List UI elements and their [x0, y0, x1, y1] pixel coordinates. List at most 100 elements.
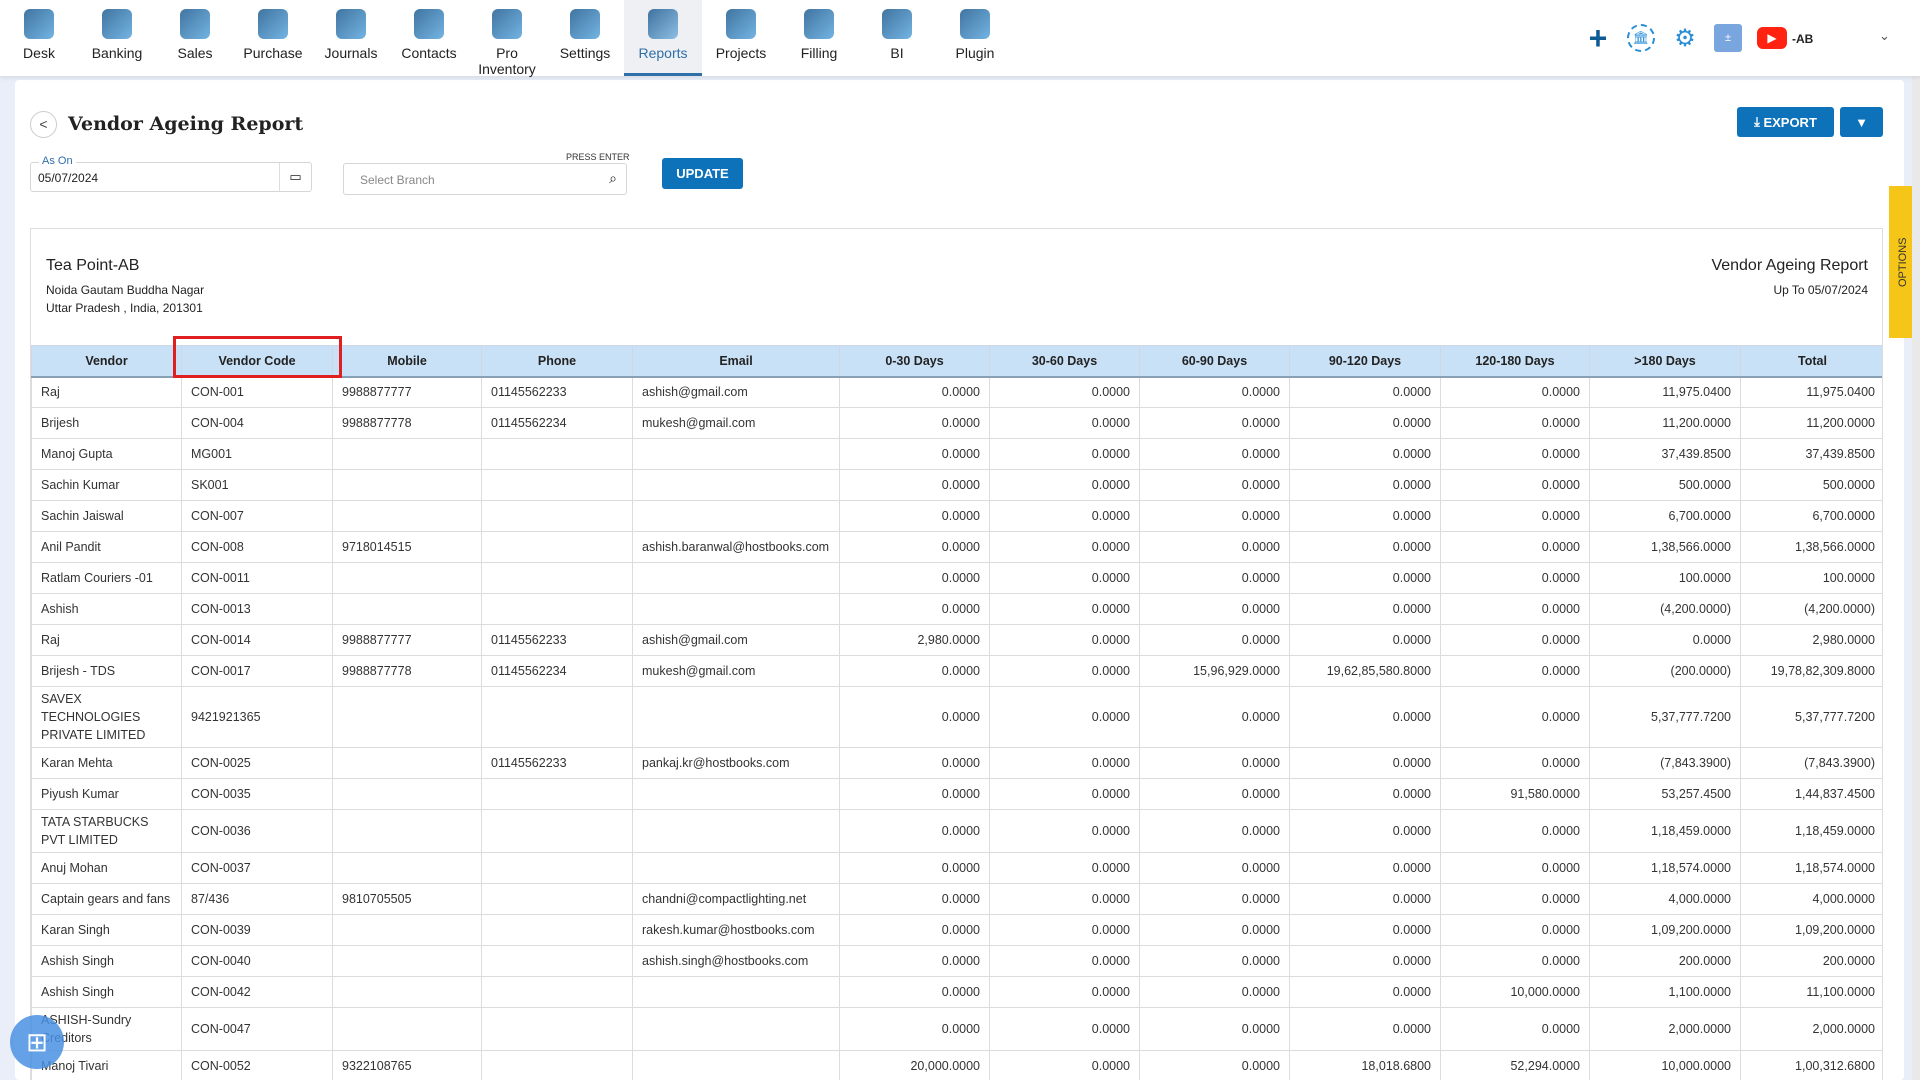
- cell-30-60-days: 0.0000: [989, 747, 1140, 779]
- cell-0-30-days: 0.0000: [839, 914, 990, 946]
- search-icon[interactable]: ⌕: [609, 170, 617, 187]
- apps-grid-button[interactable]: ⊞: [10, 1015, 64, 1069]
- nav-item-contacts[interactable]: Contacts: [390, 0, 468, 76]
- company-address-line1: Noida Gautam Buddha Nagar: [46, 283, 205, 297]
- add-icon[interactable]: +: [1584, 20, 1612, 56]
- nav-item-settings[interactable]: Settings: [546, 0, 624, 76]
- cell-mobile: [332, 686, 482, 748]
- bi-icon: [882, 9, 912, 39]
- cell--180-days: 1,100.0000: [1589, 976, 1741, 1008]
- cell-vendor: TATA STARBUCKS PVT LIMITED: [31, 809, 182, 853]
- scrollbar[interactable]: [1912, 76, 1920, 1080]
- column-header[interactable]: Phone: [481, 345, 633, 378]
- column-header[interactable]: Email: [632, 345, 840, 378]
- cell--180-days: 1,09,200.0000: [1589, 914, 1741, 946]
- column-header[interactable]: Total: [1740, 345, 1882, 378]
- update-button[interactable]: UPDATE: [662, 158, 743, 189]
- nav-item-projects[interactable]: Projects: [702, 0, 780, 76]
- export-button[interactable]: ⤓ EXPORT: [1737, 107, 1834, 137]
- nav-item-reports[interactable]: Reports: [624, 0, 702, 76]
- cell-vendor: Anil Pandit: [31, 531, 182, 563]
- nav-item-banking[interactable]: Banking: [78, 0, 156, 76]
- cell-30-60-days: 0.0000: [989, 562, 1140, 594]
- nav-item-sales[interactable]: Sales: [156, 0, 234, 76]
- nav-item-journals[interactable]: Journals: [312, 0, 390, 76]
- calculator-icon[interactable]: ±: [1714, 24, 1742, 52]
- branch-search-input[interactable]: Select Branch ⌕: [343, 163, 627, 195]
- cell-vendor-code: CON-0040: [181, 945, 333, 977]
- cell-phone: [481, 686, 633, 748]
- as-on-date-field[interactable]: As On 05/07/2024 ▭: [30, 155, 312, 192]
- nav-item-bi[interactable]: BI: [858, 0, 936, 76]
- gear-icon[interactable]: ⚙: [1671, 24, 1699, 52]
- cell-0-30-days: 0.0000: [839, 809, 990, 853]
- bank-sync-icon[interactable]: 🏛: [1627, 24, 1655, 52]
- cell-60-90-days: 0.0000: [1139, 945, 1290, 977]
- cell-phone: [481, 500, 633, 532]
- cell-60-90-days: 0.0000: [1139, 852, 1290, 884]
- cell-90-120-days: 0.0000: [1289, 438, 1441, 470]
- cell--180-days: (200.0000): [1589, 655, 1741, 687]
- column-header[interactable]: 120-180 Days: [1440, 345, 1590, 378]
- cell-120-180-days: 0.0000: [1440, 500, 1590, 532]
- column-header[interactable]: 0-30 Days: [839, 345, 990, 378]
- nav-item-purchase[interactable]: Purchase: [234, 0, 312, 76]
- cell-90-120-days: 18,018.6800: [1289, 1050, 1441, 1080]
- cell-vendor: Brijesh - TDS: [31, 655, 182, 687]
- cell-vendor: SAVEX TECHNOLOGIES PRIVATE LIMITED: [31, 686, 182, 748]
- cell-0-30-days: 0.0000: [839, 747, 990, 779]
- cell-mobile: [332, 976, 482, 1008]
- cell-0-30-days: 0.0000: [839, 976, 990, 1008]
- column-header[interactable]: Vendor: [31, 345, 182, 378]
- nav-item-filling[interactable]: Filling: [780, 0, 858, 76]
- cell-phone: [481, 469, 633, 501]
- cell-email: pankaj.kr@hostbooks.com: [632, 747, 840, 779]
- cell-mobile: 9322108765: [332, 1050, 482, 1080]
- cell-120-180-days: 0.0000: [1440, 655, 1590, 687]
- cell-vendor-code: 9421921365: [181, 686, 333, 748]
- cell-0-30-days: 0.0000: [839, 500, 990, 532]
- table-row: Manoj Tivari CON-0052 9322108765 20,000.000…: [31, 1050, 1882, 1080]
- column-header[interactable]: 60-90 Days: [1139, 345, 1290, 378]
- table-row: Piyush Kumar CON-0035 0.0000 0.0000 0.0000 0.…: [31, 778, 1882, 810]
- cell-phone: [481, 562, 633, 594]
- cell-total: 19,78,82,309.8000: [1740, 655, 1882, 687]
- cell-60-90-days: 0.0000: [1139, 778, 1290, 810]
- cell-vendor-code: CON-007: [181, 500, 333, 532]
- chevron-down-icon[interactable]: ⌄: [1879, 28, 1890, 44]
- cell-total: 11,100.0000: [1740, 976, 1882, 1008]
- cell-60-90-days: 0.0000: [1139, 747, 1290, 779]
- cell-0-30-days: 0.0000: [839, 852, 990, 884]
- cell-60-90-days: 0.0000: [1139, 376, 1290, 408]
- cell-vendor-code: CON-0025: [181, 747, 333, 779]
- cell-phone: [481, 883, 633, 915]
- nav-item-plugin[interactable]: Plugin: [936, 0, 1014, 76]
- user-name[interactable]: -AB: [1792, 32, 1813, 46]
- cell-mobile: [332, 500, 482, 532]
- report-subtitle: Up To 05/07/2024: [1773, 283, 1868, 297]
- cell-60-90-days: 0.0000: [1139, 438, 1290, 470]
- column-header[interactable]: Mobile: [332, 345, 482, 378]
- youtube-icon[interactable]: ▶: [1757, 27, 1787, 49]
- cell-60-90-days: 0.0000: [1139, 914, 1290, 946]
- cell-total: 1,44,837.4500: [1740, 778, 1882, 810]
- back-button[interactable]: <: [30, 111, 57, 138]
- cell--180-days: 1,18,459.0000: [1589, 809, 1741, 853]
- nav-item-label: Purchase: [243, 45, 303, 61]
- calendar-icon[interactable]: ▭: [279, 163, 311, 191]
- column-header[interactable]: 90-120 Days: [1289, 345, 1441, 378]
- column-header[interactable]: 30-60 Days: [989, 345, 1140, 378]
- filter-button[interactable]: ▼: [1840, 107, 1883, 137]
- nav-item-desk[interactable]: Desk: [0, 0, 78, 76]
- cell-120-180-days: 91,580.0000: [1440, 778, 1590, 810]
- cell-mobile: 9988877777: [332, 624, 482, 656]
- cell-90-120-days: 0.0000: [1289, 809, 1441, 853]
- nav-item-label: Journals: [324, 45, 378, 61]
- column-header[interactable]: >180 Days: [1589, 345, 1741, 378]
- cell-phone: [481, 809, 633, 853]
- nav-item-pro-inventory[interactable]: Pro Inventory: [468, 0, 546, 77]
- cell--180-days: 100.0000: [1589, 562, 1741, 594]
- nav-item-label: Projects: [715, 45, 767, 61]
- cell-60-90-days: 0.0000: [1139, 809, 1290, 853]
- table-row: TATA STARBUCKS PVT LIMITED CON-0036 0.0000…: [31, 809, 1882, 853]
